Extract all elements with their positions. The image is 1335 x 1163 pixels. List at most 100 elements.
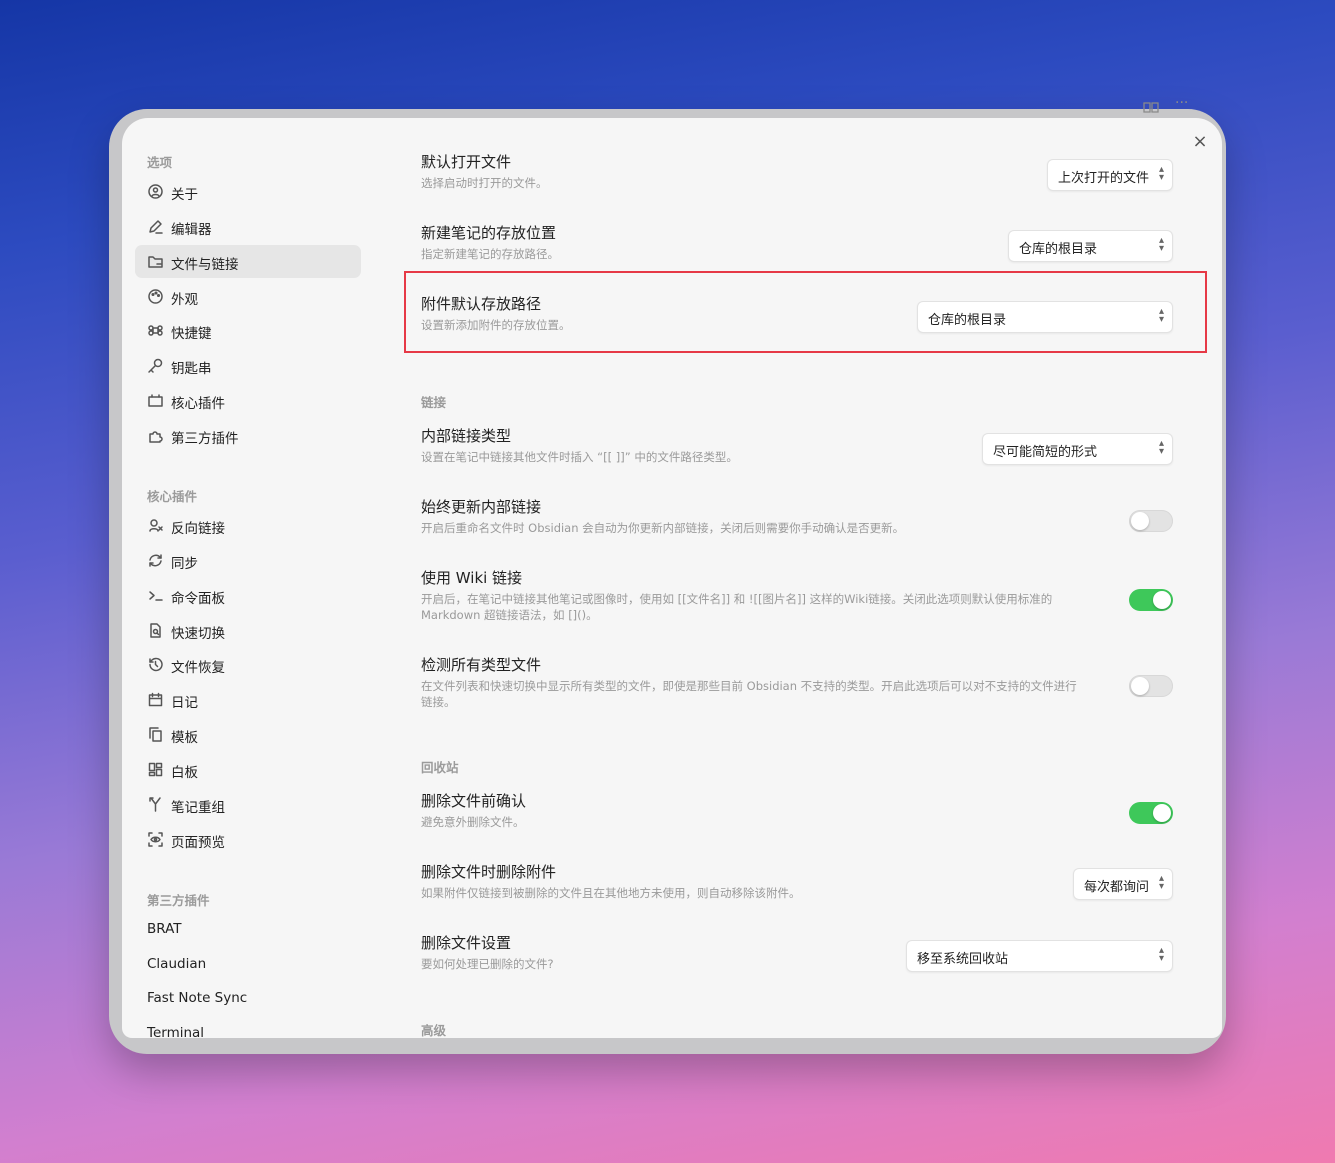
setting-detect-all-file-types: 检测所有类型文件 在文件列表和快速切换中显示所有类型的文件，即使是那些目前 Ob…: [421, 654, 1173, 710]
sidebar-item-sync[interactable]: 同步: [135, 544, 361, 577]
detect-all-file-types-toggle[interactable]: [1129, 675, 1173, 697]
pencil-icon: [147, 218, 164, 235]
setting-description: 开启后，在笔记中链接其他笔记或图像时，使用如 [[文件名]] 和 ![[图片名]…: [421, 591, 1052, 623]
group-title-trash: 回收站: [421, 760, 459, 775]
default-open-file-select[interactable]: 上次打开的文件 ▴ ▾: [1047, 159, 1173, 191]
sidebar-item-files-links[interactable]: 文件与链接: [135, 245, 361, 278]
setting-description: 在文件列表和快速切换中显示所有类型的文件，即使是那些目前 Obsidian 不支…: [421, 678, 1077, 710]
sidebar-item-page-preview[interactable]: 页面预览: [135, 823, 361, 856]
select-value: 每次都询问: [1084, 880, 1150, 895]
sidebar-item-label: 文件与链接: [171, 257, 239, 273]
sidebar-item-label: Fast Note Sync: [147, 990, 248, 1006]
merge-icon: [147, 796, 164, 813]
setting-description-line: 开启后，在笔记中链接其他笔记或图像时，使用如 [[文件名]] 和 ![[图片名]…: [421, 592, 1053, 606]
setting-description: 如果附件仅链接到被删除的文件且在其他地方未使用，则自动移除该附件。: [421, 886, 801, 900]
confirm-delete-toggle[interactable]: [1129, 802, 1173, 824]
puzzle-icon: [147, 427, 164, 444]
sidebar-item-community-plugins[interactable]: 第三方插件: [135, 419, 361, 452]
setting-description: 要如何处理已删除的文件?: [421, 957, 554, 971]
sidebar-item-label: 核心插件: [171, 396, 225, 412]
chevron-updown-icon: ▴ ▾: [1158, 873, 1164, 892]
book-icon[interactable]: [1143, 101, 1159, 116]
sidebar-item-label: 钥匙串: [171, 361, 212, 377]
sidebar-item-brat[interactable]: BRAT: [135, 913, 361, 946]
sidebar-item-about[interactable]: 关于: [135, 175, 361, 208]
settings-sidebar: 选项 关于 编辑器 文件与链接 外观 快捷键 钥匙串 核心插件 第三方插件 核心…: [122, 118, 372, 1038]
setting-name: 使用 Wiki 链接: [421, 569, 523, 587]
sidebar-item-keychain[interactable]: 钥匙串: [135, 349, 361, 382]
select-value: 移至系统回收站: [917, 952, 1009, 967]
delete-attachments-select[interactable]: 每次都询问 ▴ ▾: [1073, 868, 1173, 900]
setting-confirm-delete: 删除文件前确认 避免意外删除文件。: [421, 790, 1173, 830]
settings-window: × 选项 关于 编辑器 文件与链接 外观 快捷键 钥匙串 核心插件 第三方插件 …: [122, 118, 1222, 1038]
deleted-files-select[interactable]: 移至系统回收站 ▴ ▾: [906, 940, 1173, 972]
link-format-select[interactable]: 尽可能简短的形式 ▴ ▾: [982, 433, 1173, 465]
history-icon: [147, 656, 164, 673]
wiki-links-toggle[interactable]: [1129, 589, 1173, 611]
chevron-updown-icon: ▴ ▾: [1158, 438, 1164, 457]
backlink-icon: [147, 517, 164, 534]
sidebar-item-claudian[interactable]: Claudian: [135, 948, 361, 981]
calendar-icon: [147, 691, 164, 708]
setting-description: 开启后重命名文件时 Obsidian 会自动为你更新内部链接，关闭后则需要你手动…: [421, 521, 905, 535]
sidebar-item-label: 页面预览: [171, 835, 225, 851]
sidebar-item-label: Claudian: [147, 956, 207, 972]
sidebar-item-label: 外观: [171, 292, 198, 308]
setting-name: 删除文件时删除附件: [421, 863, 557, 881]
new-note-location-select[interactable]: 仓库的根目录 ▴ ▾: [1008, 230, 1173, 262]
palette-icon: [147, 288, 164, 305]
setting-description: 选择启动时打开的文件。: [421, 176, 548, 190]
sidebar-item-terminal[interactable]: Terminal: [135, 1017, 361, 1038]
sidebar-item-fast-note-sync[interactable]: Fast Note Sync: [135, 982, 361, 1015]
sidebar-section-title: 选项: [147, 155, 173, 170]
setting-name: 默认打开文件: [421, 153, 512, 171]
settings-content: 默认打开文件 选择启动时打开的文件。 上次打开的文件 ▴ ▾ 新建笔记的存放位置 …: [421, 118, 1181, 1038]
sidebar-section-title: 核心插件: [147, 489, 198, 504]
sidebar-item-editor[interactable]: 编辑器: [135, 210, 361, 243]
setting-delete-attachments: 删除文件时删除附件 如果附件仅链接到被删除的文件且在其他地方未使用，则自动移除该…: [421, 861, 1173, 901]
sidebar-item-appearance[interactable]: 外观: [135, 280, 361, 313]
setting-description-line: 在文件列表和快速切换中显示所有类型的文件，即使是那些目前 Obsidian 不支…: [421, 679, 1077, 693]
setting-link-format: 内部链接类型 设置在笔记中链接其他文件时插入 “[[ ]]” 中的文件路径类型。…: [421, 425, 1173, 465]
setting-new-note-location: 新建笔记的存放位置 指定新建笔记的存放路径。 仓库的根目录 ▴ ▾: [421, 222, 1173, 262]
sidebar-item-label: 反向链接: [171, 521, 225, 537]
sidebar-item-label: 文件恢复: [171, 660, 225, 676]
sidebar-item-quick-switcher[interactable]: 快速切换: [135, 614, 361, 647]
sidebar-item-backlinks[interactable]: 反向链接: [135, 509, 361, 542]
close-icon[interactable]: ×: [1190, 132, 1210, 152]
sidebar-item-label: 日记: [171, 695, 198, 711]
setting-name: 新建笔记的存放位置: [421, 224, 557, 242]
sidebar-section-title: 第三方插件: [147, 893, 210, 908]
select-value: 上次打开的文件: [1058, 171, 1150, 186]
sidebar-item-hotkeys[interactable]: 快捷键: [135, 314, 361, 347]
sidebar-item-note-composer[interactable]: 笔记重组: [135, 788, 361, 821]
sidebar-item-command-palette[interactable]: 命令面板: [135, 579, 361, 612]
setting-description-line: Markdown 超链接语法，如 []()。: [421, 608, 598, 622]
sidebar-item-file-recovery[interactable]: 文件恢复: [135, 648, 361, 681]
highlight-box: [404, 271, 1207, 353]
sidebar-item-label: 第三方插件: [171, 431, 239, 447]
file-search-icon: [147, 622, 164, 639]
sidebar-item-canvas[interactable]: 白板: [135, 753, 361, 786]
sidebar-item-label: Terminal: [147, 1025, 205, 1038]
key-icon: [147, 357, 164, 374]
sidebar-item-label: 白板: [171, 765, 198, 781]
sidebar-item-templates[interactable]: 模板: [135, 718, 361, 751]
setting-name: 始终更新内部链接: [421, 498, 542, 516]
group-title-links: 链接: [421, 395, 447, 410]
window-top-icons: ···: [1143, 95, 1193, 116]
canvas-icon: [147, 761, 164, 778]
setting-wiki-links: 使用 Wiki 链接 开启后，在笔记中链接其他笔记或图像时，使用如 [[文件名]…: [421, 567, 1173, 623]
sidebar-item-label: 同步: [171, 556, 198, 572]
select-value: 仓库的根目录: [1019, 242, 1098, 257]
toggle-knob: [1153, 804, 1171, 822]
copy-icon: [147, 726, 164, 743]
sidebar-item-label: 快速切换: [171, 626, 225, 642]
toggle-knob: [1131, 677, 1149, 695]
sidebar-item-core-plugins[interactable]: 核心插件: [135, 384, 361, 417]
auto-update-links-toggle[interactable]: [1129, 510, 1173, 532]
sidebar-item-label: BRAT: [147, 921, 182, 937]
more-icon[interactable]: ···: [1175, 95, 1188, 111]
sidebar-item-daily-notes[interactable]: 日记: [135, 683, 361, 716]
toggle-knob: [1131, 512, 1149, 530]
